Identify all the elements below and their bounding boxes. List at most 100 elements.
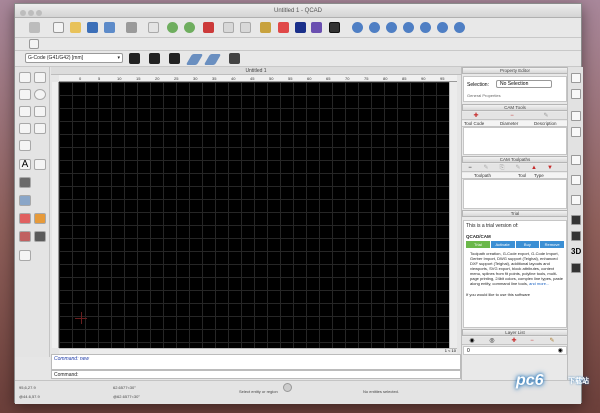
ruler-tick-label: 5 (98, 76, 101, 81)
drawing-tab[interactable]: Untitled 1 (51, 67, 461, 75)
layer-tool-icon[interactable] (34, 231, 46, 242)
selection-label: Selection: (467, 82, 489, 88)
draw-order-icon[interactable] (571, 195, 581, 205)
property-panel-icon[interactable] (571, 73, 581, 83)
dimension-tool-icon[interactable] (34, 159, 46, 170)
edit-layer-button[interactable]: ✎ (548, 338, 556, 344)
spline-points-tool-icon[interactable] (19, 140, 31, 151)
main-toolbar (15, 18, 581, 38)
remove-layer-button[interactable]: − (528, 338, 536, 344)
text-tool-icon[interactable]: A (19, 159, 31, 170)
redo-icon[interactable] (184, 22, 195, 33)
toolpath-pen-button[interactable]: ✎ (514, 165, 522, 171)
image-tool-icon[interactable] (19, 195, 31, 206)
new-file-icon[interactable] (53, 22, 64, 33)
layer-row[interactable]: 0 ◉ (463, 346, 567, 355)
point-tool-icon[interactable] (19, 72, 31, 83)
layer-show-button[interactable]: ◉ (468, 338, 476, 344)
edit-tool-button[interactable]: ✎ (542, 113, 550, 119)
vertical-scrollbar[interactable] (449, 82, 457, 348)
trial-tab-buy[interactable]: Buy (515, 241, 540, 248)
pan-icon[interactable] (454, 22, 465, 33)
toolpath-edit-button[interactable]: ✎ (482, 165, 490, 171)
tool-offset-right-icon[interactable] (149, 53, 160, 64)
cam-toolpaths-list[interactable] (463, 179, 567, 209)
tool-offset-icon[interactable] (571, 215, 581, 225)
add-layer-button[interactable]: ✚ (510, 338, 518, 344)
block-tool-icon[interactable] (19, 250, 31, 261)
print-icon[interactable] (126, 22, 137, 33)
toolpath-down-button[interactable]: ▼ (546, 165, 554, 171)
cut-tool-icon[interactable] (223, 22, 234, 33)
command-input[interactable]: Command: (51, 370, 461, 379)
cam-tools-list[interactable] (463, 127, 567, 155)
grid-icon[interactable] (329, 22, 340, 33)
pocket-icon[interactable] (203, 54, 222, 65)
pen-panel-icon[interactable] (571, 175, 581, 185)
block-panel-icon[interactable] (571, 111, 581, 121)
zoom-auto-icon[interactable] (386, 22, 397, 33)
paste-icon[interactable] (260, 22, 271, 33)
open-folder-icon[interactable] (70, 22, 81, 33)
pen-icon[interactable] (203, 22, 214, 33)
edit-pen-icon[interactable] (278, 22, 289, 33)
shape-tool-icon[interactable] (34, 123, 46, 134)
tool-offset-none-icon[interactable] (169, 53, 180, 64)
info-tool-icon[interactable] (19, 231, 31, 242)
ruler-tick-label: 95 (440, 76, 445, 81)
trial-more-link[interactable]: and more... (529, 281, 549, 286)
hatch-tool-icon[interactable] (19, 177, 31, 188)
ellipse-tool-icon[interactable] (19, 106, 31, 117)
minimize-window-button[interactable] (28, 10, 34, 16)
save-icon[interactable] (87, 22, 98, 33)
selection-select[interactable]: No Selection (496, 80, 552, 88)
background-color-icon[interactable] (295, 22, 306, 33)
select-arrow-icon[interactable] (29, 39, 39, 49)
ruler-tick-label: 20 (155, 76, 160, 81)
layers-panel-icon[interactable] (571, 89, 581, 99)
zoom-out-icon[interactable] (369, 22, 380, 33)
library-panel-icon[interactable] (571, 127, 581, 137)
layer-color-icon[interactable] (311, 22, 322, 33)
toolpath-up-button[interactable]: ▲ (530, 165, 538, 171)
remove-tool-button[interactable]: − (508, 113, 516, 119)
layer-hide-button[interactable]: ◎ (488, 338, 496, 344)
pointer-icon[interactable] (29, 22, 40, 33)
trial-tab-trial[interactable]: Trial (466, 241, 490, 248)
arc-tool-icon[interactable] (19, 89, 31, 100)
zoom-previous-icon[interactable] (403, 22, 414, 33)
gcode-format-select[interactable]: G-Code (G41/G42) [mm] ▾ (25, 53, 123, 63)
circle-tool-icon[interactable] (34, 89, 46, 100)
copy-icon[interactable] (240, 22, 251, 33)
zoom-selection-icon[interactable] (437, 22, 448, 33)
polyline-tool-icon[interactable] (19, 123, 31, 134)
ruler-tick-label: 45 (250, 76, 255, 81)
trial-feature-list: Toolpath creation, G-Code export, G-Code… (470, 251, 563, 286)
eye-icon[interactable]: ◉ (558, 347, 563, 354)
zoom-window-button[interactable] (36, 10, 42, 16)
spline-tool-icon[interactable] (34, 106, 46, 117)
cam-panel-icon[interactable] (571, 155, 581, 165)
cut-icon[interactable] (148, 22, 159, 33)
3d-view-icon[interactable]: 3D (571, 247, 581, 257)
add-tool-button[interactable]: ✚ (472, 113, 480, 119)
undo-icon[interactable] (167, 22, 178, 33)
drawing-canvas[interactable] (59, 82, 449, 348)
line-tool-icon[interactable] (34, 72, 46, 83)
zoom-in-icon[interactable] (352, 22, 363, 33)
close-window-button[interactable] (20, 10, 26, 16)
tool-offset-right-side-icon[interactable] (571, 231, 581, 241)
trial-tab-activate[interactable]: Activate (490, 241, 515, 248)
modify-tool-icon[interactable] (19, 213, 31, 224)
toolpath-icon[interactable] (185, 54, 204, 65)
tool-offset-left-icon[interactable] (129, 53, 140, 64)
trial-tab-remove[interactable]: Remove (540, 241, 564, 248)
export-gcode-icon[interactable] (229, 53, 240, 64)
toolpath-copy-button[interactable]: ⎘ (498, 165, 506, 171)
status-hint: Select entity or region (239, 389, 278, 394)
save-as-icon[interactable] (104, 22, 115, 33)
measure-tool-icon[interactable] (34, 213, 46, 224)
export-icon[interactable] (571, 263, 581, 273)
zoom-window-icon[interactable] (420, 22, 431, 33)
toolpath-minus-button[interactable]: − (466, 165, 474, 171)
